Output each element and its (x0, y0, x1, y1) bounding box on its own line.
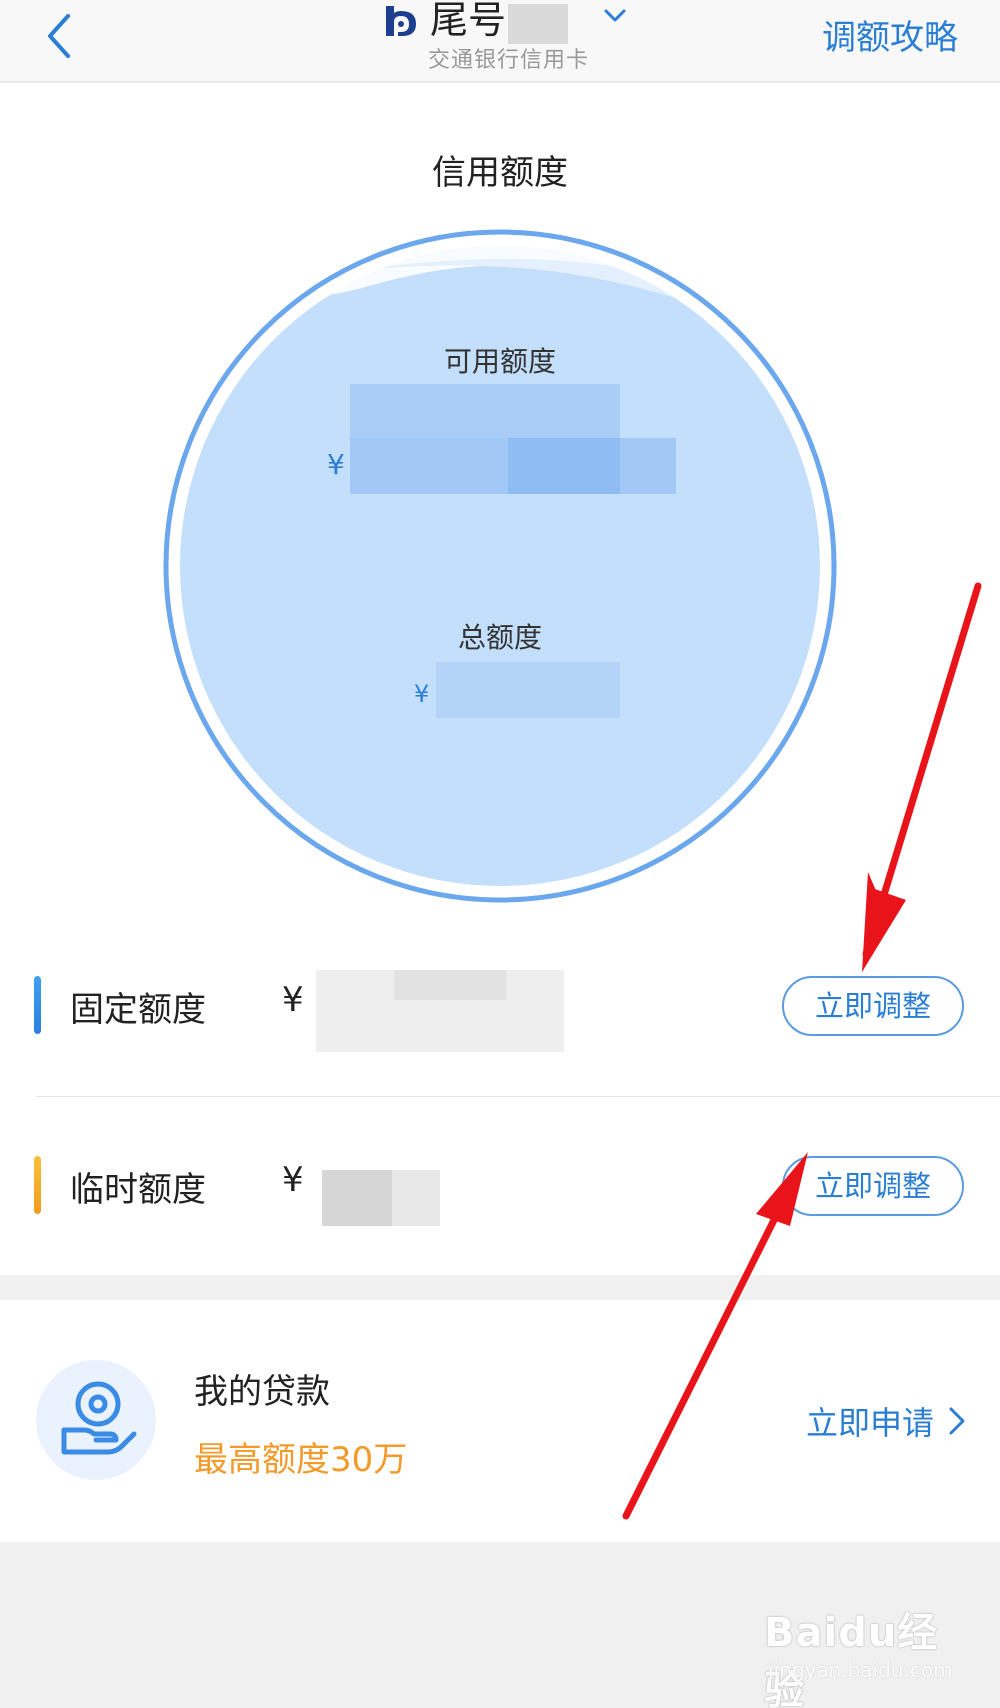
temporary-limit-row: 临时额度 ¥ 立即调整 (0, 1100, 1000, 1270)
row-divider (36, 1096, 1000, 1097)
temporary-limit-marker (34, 1156, 41, 1214)
available-amount-mask (350, 384, 620, 438)
credit-limit-title: 信用额度 (432, 153, 568, 193)
temporary-adjust-button[interactable]: 立即调整 (782, 1156, 964, 1216)
fixed-limit-row: 固定额度 ¥ 立即调整 (0, 920, 1000, 1090)
temporary-limit-currency: ¥ (282, 1160, 304, 1200)
loan-title: 我的贷款 (194, 1372, 330, 1412)
back-button[interactable] (38, 6, 82, 66)
top-nav-bar: 尾号 交通银行信用卡 调额攻略 (0, 0, 1000, 82)
bank-logo-icon (386, 6, 416, 36)
limit-strategy-link[interactable]: 调额攻略 (822, 10, 958, 59)
apply-now-link[interactable]: 立即申请 (806, 1398, 934, 1444)
fixed-limit-marker (34, 976, 41, 1034)
available-currency: ¥ (327, 448, 345, 481)
chevron-right-icon[interactable] (948, 1406, 966, 1436)
chevron-down-icon[interactable] (602, 6, 628, 26)
total-currency: ¥ (414, 680, 430, 708)
credit-gauge (162, 228, 838, 904)
chevron-left-icon (48, 14, 70, 58)
fixed-limit-currency: ¥ (282, 980, 304, 1020)
available-amount-mask (508, 438, 620, 494)
card-selector[interactable]: 尾号 交通银行信用卡 (370, 0, 670, 82)
temporary-amount-mask (322, 1170, 392, 1226)
card-number-mask (508, 4, 568, 44)
total-amount-mask (436, 662, 620, 718)
available-limit-label: 可用额度 (443, 345, 556, 378)
card-title: 尾号 (430, 0, 507, 42)
loan-max-limit: 最高额度30万 (194, 1440, 408, 1480)
watermark-url: jingyan.baidu.com (768, 1658, 953, 1682)
fixed-limit-label: 固定额度 (70, 990, 206, 1030)
fixed-adjust-button[interactable]: 立即调整 (782, 976, 964, 1036)
loan-card[interactable]: 我的贷款 最高额度30万 立即申请 (0, 1300, 1000, 1542)
fixed-amount-mask (394, 970, 506, 1000)
watermark-brand: Baidu经验 (764, 1610, 939, 1708)
total-limit-label: 总额度 (457, 621, 542, 654)
temporary-limit-label: 临时额度 (70, 1170, 206, 1210)
loan-icon (36, 1360, 156, 1480)
baidu-watermark: Baidu经验 jingyan.baidu.com (764, 1600, 964, 1708)
bank-name: 交通银行信用卡 (428, 48, 590, 73)
